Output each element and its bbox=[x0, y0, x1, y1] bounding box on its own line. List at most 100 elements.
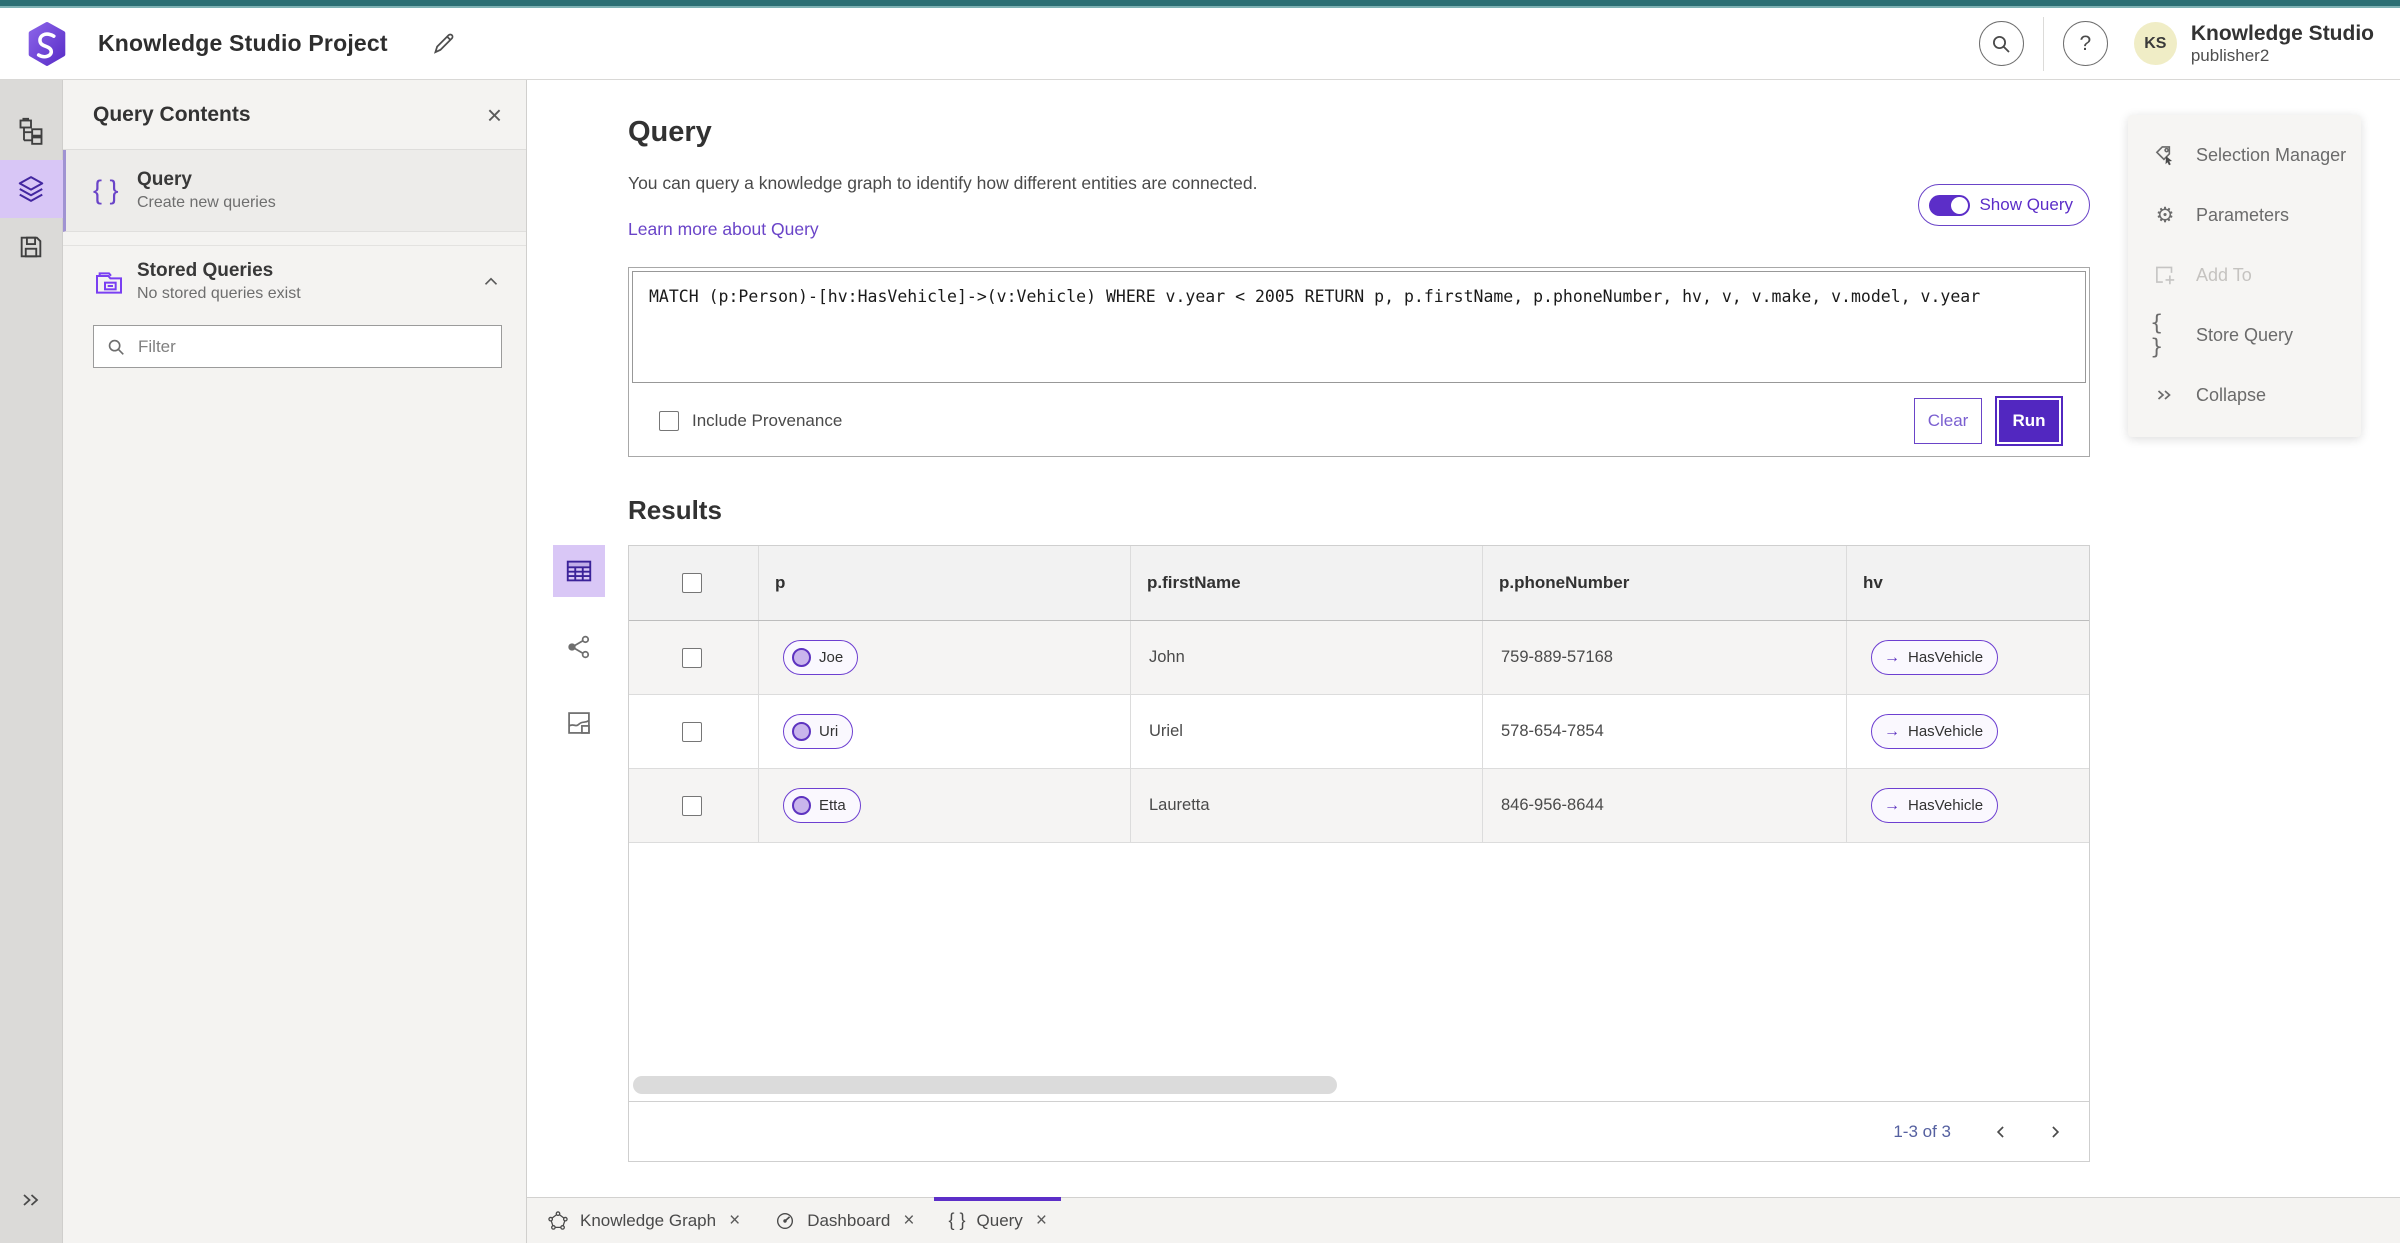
graph-view-button[interactable] bbox=[553, 621, 605, 673]
map-view-button[interactable] bbox=[553, 697, 605, 749]
query-view: Query You can query a knowledge graph to… bbox=[527, 80, 2400, 1197]
top-accent-strip bbox=[0, 0, 2400, 8]
relationship-pill[interactable]: → HasVehicle bbox=[1871, 714, 1999, 749]
entity-node-icon bbox=[792, 648, 811, 667]
results-table: p p.firstName p.phoneNumber hv Joe John … bbox=[628, 545, 2090, 1162]
horizontal-scrollbar[interactable] bbox=[633, 1076, 1337, 1094]
item-subtitle: Create new queries bbox=[137, 194, 276, 211]
table-body: Joe John 759-889-57168 → HasVehicle Uri … bbox=[629, 621, 2089, 843]
question-icon: ? bbox=[2079, 31, 2092, 55]
knowledge-graph-icon bbox=[547, 1210, 569, 1232]
results-title: Results bbox=[628, 495, 722, 525]
left-icon-rail bbox=[0, 80, 63, 1243]
rail-save-button[interactable] bbox=[0, 218, 63, 276]
entity-pill[interactable]: Uri bbox=[783, 714, 854, 749]
selection-manager-button[interactable]: Selection Manager bbox=[2128, 125, 2361, 185]
stored-queries-section[interactable]: Stored Queries No stored queries exist bbox=[63, 245, 526, 303]
braces-icon: { } bbox=[948, 1210, 966, 1230]
entity-pill[interactable]: Etta bbox=[783, 788, 861, 823]
panel-title: Query Contents bbox=[93, 102, 251, 126]
table-row: Joe John 759-889-57168 → HasVehicle bbox=[629, 621, 2089, 695]
show-query-toggle-button[interactable]: Show Query bbox=[1918, 184, 2090, 226]
close-tab-icon[interactable]: × bbox=[1036, 1211, 1047, 1230]
entity-pill[interactable]: Joe bbox=[783, 640, 859, 675]
include-provenance-checkbox[interactable] bbox=[659, 411, 679, 431]
search-icon bbox=[106, 337, 126, 357]
section-title: Stored Queries bbox=[137, 260, 274, 281]
search-icon bbox=[1990, 33, 2012, 55]
query-text-input[interactable]: MATCH (p:Person)-[hv:HasVehicle]->(v:Veh… bbox=[632, 271, 2086, 383]
select-all-checkbox[interactable] bbox=[682, 573, 702, 593]
edit-title-button[interactable] bbox=[430, 31, 456, 57]
rail-schema-button[interactable] bbox=[0, 102, 63, 160]
view-tab-bar: Knowledge Graph × Dashboard × {} Query … bbox=[527, 1197, 2400, 1243]
layers-icon bbox=[16, 174, 46, 204]
braces-icon: { } bbox=[2150, 311, 2164, 359]
schema-icon bbox=[17, 117, 45, 145]
dashboard-gauge-icon bbox=[774, 1210, 796, 1232]
previous-page-button[interactable] bbox=[1991, 1122, 2011, 1142]
user-app-name: Knowledge Studio bbox=[2190, 21, 2374, 45]
chevron-left-icon bbox=[1991, 1122, 2011, 1142]
page-title: Query bbox=[628, 116, 712, 148]
rail-contents-button[interactable] bbox=[0, 160, 63, 218]
table-header-row: p p.firstName p.phoneNumber hv bbox=[629, 546, 2089, 621]
row-checkbox[interactable] bbox=[682, 721, 702, 742]
save-icon bbox=[17, 233, 45, 261]
tab-dashboard[interactable]: Dashboard × bbox=[760, 1198, 928, 1243]
double-chevron-right-icon bbox=[2150, 383, 2180, 407]
query-contents-item-query[interactable]: { } Query Create new queries bbox=[63, 150, 526, 232]
clear-button[interactable]: Clear bbox=[1914, 398, 1982, 444]
column-header[interactable]: hv bbox=[1847, 573, 1883, 593]
link-chart-icon bbox=[565, 633, 593, 661]
user-role: publisher2 bbox=[2190, 45, 2270, 65]
map-icon bbox=[565, 709, 593, 737]
filter-field bbox=[93, 325, 502, 368]
results-view-toolbar bbox=[553, 545, 605, 749]
collapse-panel-button[interactable]: Collapse bbox=[2128, 365, 2361, 425]
store-query-button[interactable]: { } Store Query bbox=[2128, 305, 2361, 365]
help-button[interactable]: ? bbox=[2062, 21, 2108, 66]
toggle-switch-on[interactable] bbox=[1929, 194, 1971, 216]
close-tab-icon[interactable]: × bbox=[903, 1211, 914, 1230]
table-footer: 1-3 of 3 bbox=[629, 1101, 2089, 1161]
close-tab-icon[interactable]: × bbox=[729, 1211, 740, 1230]
learn-more-link[interactable]: Learn more about Query bbox=[628, 219, 819, 240]
relationship-pill[interactable]: → HasVehicle bbox=[1871, 640, 1999, 675]
table-icon bbox=[564, 556, 594, 586]
row-checkbox[interactable] bbox=[682, 795, 702, 816]
search-button[interactable] bbox=[1978, 21, 2024, 66]
table-row: Etta Lauretta 846-956-8644 → HasVehicle bbox=[629, 769, 2089, 843]
pencil-icon bbox=[430, 31, 456, 57]
arrow-right-icon: → bbox=[1884, 722, 1900, 740]
expand-rail-button[interactable] bbox=[0, 1171, 63, 1229]
stored-queries-folder-icon bbox=[93, 266, 137, 298]
run-button[interactable]: Run bbox=[1995, 396, 2063, 446]
section-subtitle: No stored queries exist bbox=[137, 285, 301, 302]
double-chevron-right-icon bbox=[19, 1188, 43, 1212]
column-header[interactable]: p.firstName bbox=[1131, 573, 1241, 593]
row-checkbox[interactable] bbox=[682, 647, 702, 668]
user-avatar[interactable]: KS bbox=[2133, 22, 2177, 65]
header-divider bbox=[2042, 16, 2044, 71]
table-view-button[interactable] bbox=[553, 545, 605, 597]
tab-query[interactable]: { } Query × bbox=[934, 1197, 1062, 1243]
chevron-up-icon bbox=[480, 271, 502, 293]
close-panel-button[interactable]: × bbox=[487, 102, 502, 128]
arrow-right-icon: → bbox=[1884, 796, 1900, 814]
column-header[interactable]: p.phoneNumber bbox=[1483, 573, 1629, 593]
next-page-button[interactable] bbox=[2045, 1122, 2065, 1142]
entity-node-icon bbox=[792, 722, 811, 741]
add-to-button: Add To bbox=[2128, 245, 2361, 305]
relationship-pill[interactable]: → HasVehicle bbox=[1871, 788, 1999, 823]
collapse-section-button[interactable] bbox=[480, 271, 502, 293]
filter-input[interactable] bbox=[138, 336, 489, 357]
arrow-right-icon: → bbox=[1884, 648, 1900, 666]
top-bar: Knowledge Studio Project ? KS Knowledge … bbox=[0, 8, 2400, 80]
entity-node-icon bbox=[792, 796, 811, 815]
tab-knowledge-graph[interactable]: Knowledge Graph × bbox=[533, 1198, 754, 1243]
parameters-button[interactable]: ⚙ Parameters bbox=[2128, 185, 2361, 245]
column-header[interactable]: p bbox=[759, 573, 785, 593]
query-contents-panel: Query Contents × { } Query Create new qu… bbox=[63, 80, 527, 1243]
user-info: Knowledge Studio publisher2 bbox=[2191, 22, 2374, 66]
